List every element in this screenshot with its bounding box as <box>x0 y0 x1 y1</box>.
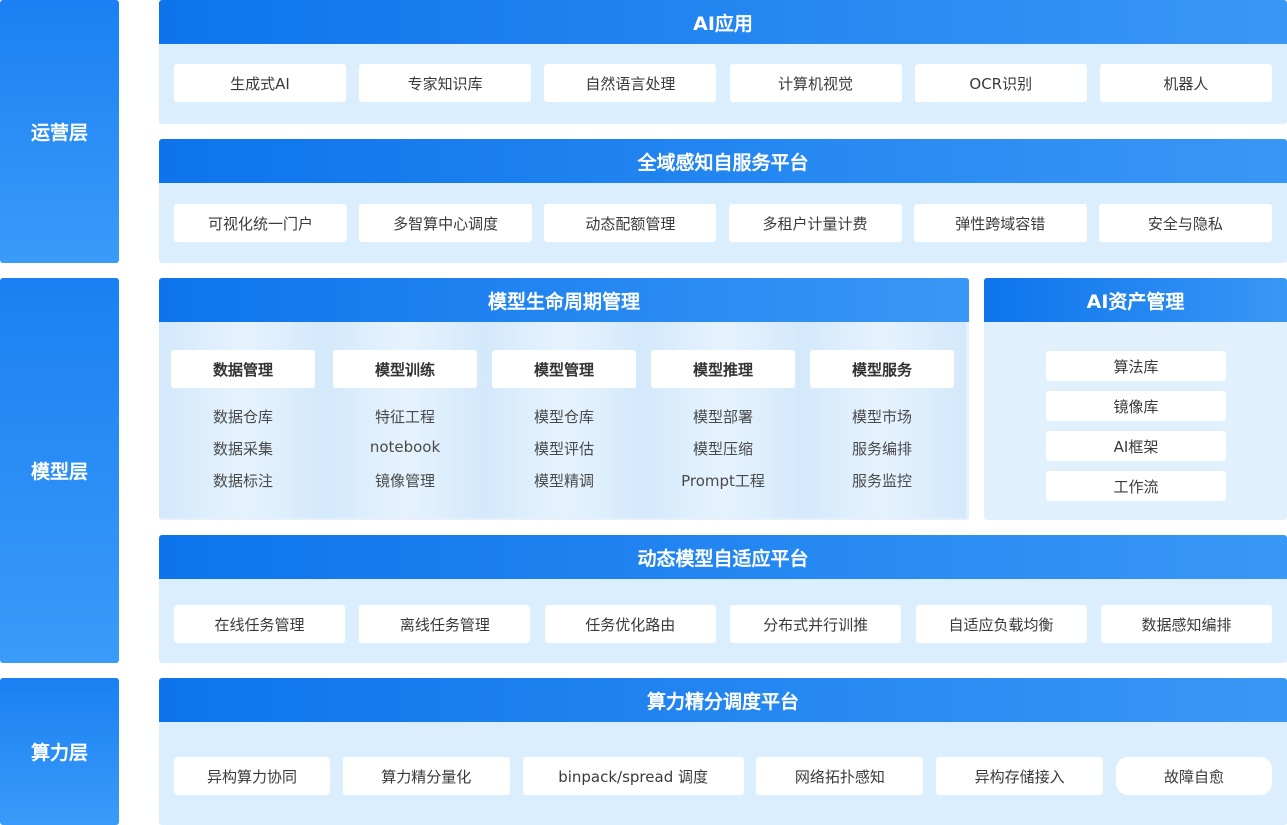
ai-app-item: 机器人 <box>1099 64 1272 102</box>
adaptive-item: 数据感知编排 <box>1100 605 1272 643</box>
ai-app-item: OCR识别 <box>914 64 1087 102</box>
assets-title: AI资产管理 <box>984 278 1287 322</box>
adaptive-title: 动态模型自适应平台 <box>159 535 1287 579</box>
adaptive-item: 分布式并行训推 <box>730 605 902 643</box>
lifecycle-item: 服务监控 <box>851 472 912 490</box>
scheduling-item: 故障自愈 <box>1115 757 1272 795</box>
scheduling-body: 异构算力协同 算力精分量化 binpack/spread 调度 网络拓扑感知 异… <box>159 722 1287 825</box>
lifecycle-item: 数据采集 <box>212 440 273 458</box>
lifecycle-item: 模型市场 <box>851 408 912 426</box>
lifecycle-column: 模型服务 模型市场 服务编排 服务监控 <box>798 322 966 518</box>
scheduling-item: 网络拓扑感知 <box>756 757 924 795</box>
self-service-body: 可视化统一门户 多智算中心调度 动态配额管理 多租户计量计费 弹性跨域容错 安全… <box>159 183 1287 263</box>
lifecycle-item: Prompt工程 <box>681 472 765 490</box>
lifecycle-column-title: 模型推理 <box>651 350 795 388</box>
self-service-item: 安全与隐私 <box>1098 204 1272 242</box>
lifecycle-item: 数据仓库 <box>212 408 273 426</box>
ai-app-item: 自然语言处理 <box>544 64 717 102</box>
lifecycle-column-title: 数据管理 <box>171 350 315 388</box>
lifecycle-item: 模型部署 <box>692 408 753 426</box>
asset-item: AI框架 <box>1046 431 1226 461</box>
scheduling-title: 算力精分调度平台 <box>159 678 1287 722</box>
self-service-item: 可视化统一门户 <box>174 204 347 242</box>
self-service-item: 弹性跨域容错 <box>913 204 1087 242</box>
scheduling-item: 异构存储接入 <box>936 757 1104 795</box>
lifecycle-body: 数据管理 数据仓库 数据采集 数据标注 模型训练 特征工程 notebook 镜… <box>159 322 969 520</box>
ai-app-item: 计算机视觉 <box>729 64 902 102</box>
lifecycle-block: 模型生命周期管理 数据管理 数据仓库 数据采集 数据标注 模型训练 特征工程 n… <box>159 278 969 520</box>
ai-app-item: 生成式AI <box>174 64 346 102</box>
ai-app-item: 专家知识库 <box>359 64 532 102</box>
scheduling-block: 算力精分调度平台 异构算力协同 算力精分量化 binpack/spread 调度… <box>159 678 1287 825</box>
layer-label-ops: 运营层 <box>0 0 119 263</box>
asset-item: 镜像库 <box>1046 391 1226 421</box>
lifecycle-column: 数据管理 数据仓库 数据采集 数据标注 <box>159 322 327 518</box>
scheduling-item: binpack/spread 调度 <box>522 757 744 795</box>
self-service-title: 全域感知自服务平台 <box>159 139 1287 183</box>
lifecycle-item: 模型精调 <box>533 472 594 490</box>
lifecycle-item: 镜像管理 <box>374 472 435 490</box>
adaptive-body: 在线任务管理 离线任务管理 任务优化路由 分布式并行训推 自适应负载均衡 数据感… <box>159 579 1287 663</box>
scheduling-item: 算力精分量化 <box>342 757 510 795</box>
layer-label-model: 模型层 <box>0 278 119 663</box>
adaptive-item: 在线任务管理 <box>174 605 345 643</box>
lifecycle-item: 模型压缩 <box>692 440 753 458</box>
lifecycle-item: 模型评估 <box>533 440 594 458</box>
adaptive-block: 动态模型自适应平台 在线任务管理 离线任务管理 任务优化路由 分布式并行训推 自… <box>159 535 1287 663</box>
lifecycle-column: 模型训练 特征工程 notebook 镜像管理 <box>321 322 489 518</box>
lifecycle-title: 模型生命周期管理 <box>159 278 969 322</box>
ai-app-block: AI应用 生成式AI 专家知识库 自然语言处理 计算机视觉 OCR识别 机器人 <box>159 0 1287 124</box>
lifecycle-column: 模型推理 模型部署 模型压缩 Prompt工程 <box>639 322 807 518</box>
assets-body: 算法库 镜像库 AI框架 工作流 <box>984 322 1287 520</box>
adaptive-item: 自适应负载均衡 <box>915 605 1087 643</box>
layer-label-compute: 算力层 <box>0 678 119 825</box>
assets-block: AI资产管理 算法库 镜像库 AI框架 工作流 <box>984 278 1287 520</box>
self-service-item: 多租户计量计费 <box>728 204 902 242</box>
self-service-item: 动态配额管理 <box>544 204 717 242</box>
lifecycle-column-title: 模型训练 <box>333 350 477 388</box>
lifecycle-column-title: 模型管理 <box>492 350 636 388</box>
lifecycle-column-title: 模型服务 <box>810 350 954 388</box>
asset-item: 工作流 <box>1046 471 1226 501</box>
adaptive-item: 离线任务管理 <box>359 605 531 643</box>
lifecycle-item: 特征工程 <box>374 408 435 426</box>
lifecycle-item: 服务编排 <box>851 440 912 458</box>
lifecycle-item: notebook <box>369 438 441 456</box>
self-service-item: 多智算中心调度 <box>359 204 533 242</box>
lifecycle-item: 模型仓库 <box>533 408 594 426</box>
lifecycle-item: 数据标注 <box>212 472 273 490</box>
ai-app-title: AI应用 <box>159 0 1287 44</box>
lifecycle-column: 模型管理 模型仓库 模型评估 模型精调 <box>480 322 648 518</box>
ai-app-body: 生成式AI 专家知识库 自然语言处理 计算机视觉 OCR识别 机器人 <box>159 44 1287 124</box>
asset-item: 算法库 <box>1046 351 1226 381</box>
adaptive-item: 任务优化路由 <box>544 605 716 643</box>
self-service-block: 全域感知自服务平台 可视化统一门户 多智算中心调度 动态配额管理 多租户计量计费… <box>159 139 1287 263</box>
scheduling-item: 异构算力协同 <box>174 757 330 795</box>
